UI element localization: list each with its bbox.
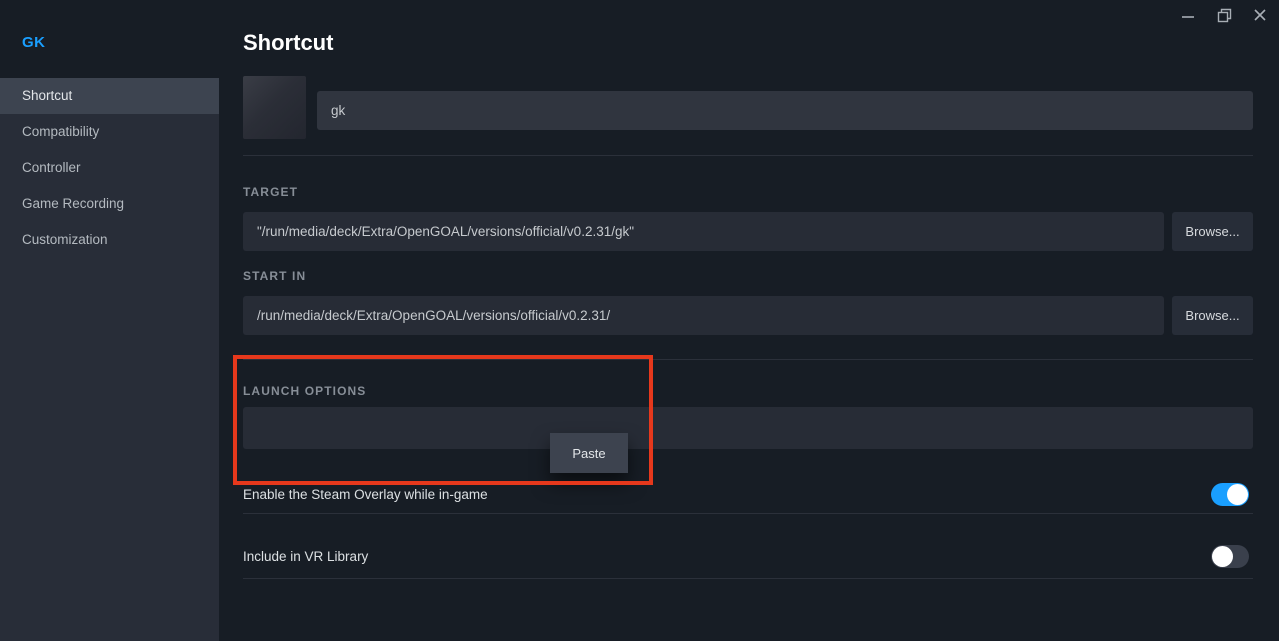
shortcut-properties-window: GK Shortcut Compatibility Controller Gam… <box>0 0 1279 641</box>
sidebar-item-compatibility[interactable]: Compatibility <box>0 114 219 150</box>
divider <box>243 155 1253 156</box>
steam-overlay-toggle-label: Enable the Steam Overlay while in-game <box>243 487 488 502</box>
sidebar-item-shortcut[interactable]: Shortcut <box>0 78 219 114</box>
close-icon <box>1253 8 1267 22</box>
window-controls <box>1177 5 1271 25</box>
target-browse-button[interactable]: Browse... <box>1172 212 1253 251</box>
start-in-browse-button[interactable]: Browse... <box>1172 296 1253 335</box>
vr-library-toggle[interactable] <box>1211 545 1249 568</box>
sidebar-item-customization[interactable]: Customization <box>0 222 219 258</box>
target-path-input[interactable] <box>243 212 1164 251</box>
steam-overlay-toggle[interactable] <box>1211 483 1249 506</box>
divider <box>243 359 1253 360</box>
launch-options-input[interactable] <box>243 407 1253 449</box>
sidebar-item-game-recording[interactable]: Game Recording <box>0 186 219 222</box>
minimize-icon <box>1181 8 1195 22</box>
start-in-label: START IN <box>243 269 306 283</box>
divider <box>243 513 1253 514</box>
page-title: Shortcut <box>243 30 333 56</box>
main-content: Shortcut TARGET Browse... START IN Brows… <box>219 0 1279 641</box>
shortcut-thumbnail-image[interactable] <box>243 76 306 139</box>
app-title: GK <box>22 34 219 51</box>
shortcut-name-input[interactable] <box>317 91 1253 130</box>
restore-button[interactable] <box>1213 5 1235 25</box>
target-label: TARGET <box>243 185 298 199</box>
sidebar: GK Shortcut Compatibility Controller Gam… <box>0 0 219 641</box>
vr-library-toggle-label: Include in VR Library <box>243 549 368 564</box>
sidebar-item-controller[interactable]: Controller <box>0 150 219 186</box>
toggle-knob <box>1227 484 1248 505</box>
sidebar-header: GK <box>0 0 219 78</box>
toggle-knob <box>1212 546 1233 567</box>
minimize-button[interactable] <box>1177 5 1199 25</box>
paste-menu-item[interactable]: Paste <box>550 433 628 473</box>
launch-options-label: LAUNCH OPTIONS <box>243 384 366 398</box>
restore-icon <box>1217 8 1232 23</box>
start-in-path-input[interactable] <box>243 296 1164 335</box>
divider <box>243 578 1253 579</box>
close-button[interactable] <box>1249 5 1271 25</box>
